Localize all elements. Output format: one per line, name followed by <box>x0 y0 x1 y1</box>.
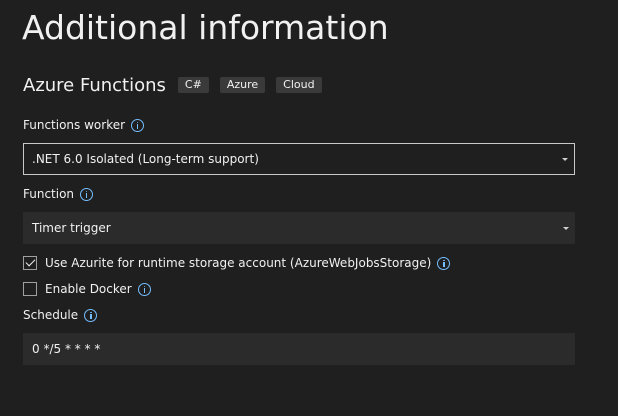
additional-information-dialog: Additional information Azure Functions C… <box>0 0 618 416</box>
chevron-down-icon <box>562 158 568 161</box>
azurite-label[interactable]: Use Azurite for runtime storage account … <box>45 256 431 270</box>
info-icon[interactable] <box>84 308 98 322</box>
page-title: Additional information <box>22 8 389 47</box>
functions-worker-label-row: Functions worker <box>23 116 145 134</box>
docker-label[interactable]: Enable Docker <box>45 282 132 296</box>
schedule-input[interactable] <box>23 333 575 365</box>
info-icon[interactable] <box>437 256 451 270</box>
azurite-checkbox[interactable] <box>23 256 37 270</box>
function-label-row: Function <box>23 185 94 203</box>
info-icon[interactable] <box>80 187 94 201</box>
docker-checkbox[interactable] <box>23 282 37 296</box>
schedule-label-row: Schedule <box>23 306 98 324</box>
schedule-label: Schedule <box>23 308 79 322</box>
chevron-down-icon <box>563 227 569 230</box>
project-type-name: Azure Functions <box>23 74 166 96</box>
project-type-row: Azure Functions C# Azure Cloud <box>23 72 333 98</box>
function-dropdown[interactable]: Timer trigger <box>23 212 575 244</box>
function-label: Function <box>23 187 75 201</box>
docker-option-row: Enable Docker <box>23 280 151 298</box>
tag-azure: Azure <box>219 77 266 93</box>
function-selected-value: Timer trigger <box>32 221 111 235</box>
functions-worker-dropdown[interactable]: .NET 6.0 Isolated (Long-term support) <box>23 143 575 175</box>
tag-cloud: Cloud <box>276 77 322 93</box>
info-icon[interactable] <box>137 282 151 296</box>
functions-worker-label: Functions worker <box>23 118 126 132</box>
azurite-option-row: Use Azurite for runtime storage account … <box>23 254 451 272</box>
info-icon[interactable] <box>131 118 145 132</box>
functions-worker-selected-value: .NET 6.0 Isolated (Long-term support) <box>32 152 259 166</box>
tag-csharp: C# <box>177 77 209 93</box>
